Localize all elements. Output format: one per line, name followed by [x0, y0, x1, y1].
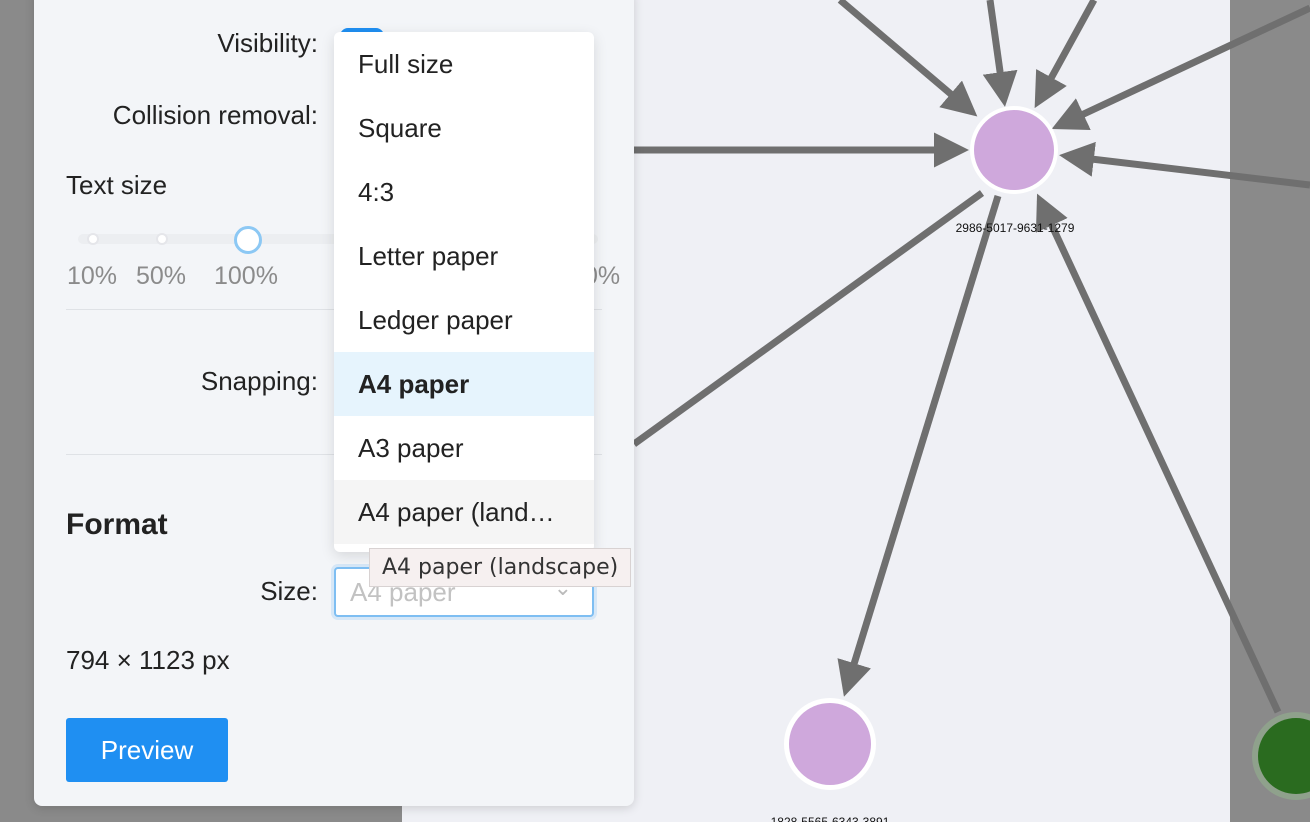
tick-label: 50%: [136, 262, 187, 290]
dropdown-option-letter-paper[interactable]: Letter paper: [334, 224, 594, 288]
edge[interactable]: [837, 0, 978, 117]
node-label: 2986-5017-9631-1279: [956, 221, 1075, 235]
edge[interactable]: [1034, 0, 1098, 109]
edge[interactable]: [837, 194, 1002, 697]
graph-node[interactable]: [1252, 712, 1310, 800]
slider-handle[interactable]: [234, 226, 262, 254]
collision-removal-label: Collision removal:: [112, 100, 318, 130]
edge[interactable]: [1059, 141, 1310, 189]
edge[interactable]: [1035, 193, 1282, 714]
dropdown-option-ledger-paper[interactable]: Ledger paper: [334, 288, 594, 352]
option-tooltip: A4 paper (landscape): [369, 548, 632, 587]
slider-dot[interactable]: [156, 233, 168, 245]
dropdown-option-full-size[interactable]: Full size: [334, 32, 594, 96]
preview-button[interactable]: Preview: [66, 718, 228, 782]
tick-label: 100%: [214, 262, 278, 290]
dropdown-option-square[interactable]: Square: [334, 96, 594, 160]
node-label: 1828-5565-6343-3891: [771, 815, 890, 822]
size-dropdown-menu: Full size Square 4:3 Letter paper Ledger…: [334, 32, 594, 552]
tick-label: 10%: [67, 262, 118, 290]
dropdown-option-a4-landscape[interactable]: A4 paper (landscape): [334, 480, 594, 544]
edge[interactable]: [1051, 4, 1310, 130]
text-size-label: Text size: [66, 170, 168, 200]
slider-dot[interactable]: [87, 233, 99, 245]
format-title: Format: [66, 508, 168, 541]
graph-node[interactable]: 1828-5565-6343-3891: [771, 698, 890, 822]
dropdown-option-a4-paper[interactable]: A4 paper: [334, 352, 594, 416]
size-label: Size:: [260, 576, 318, 606]
graph-node[interactable]: 2986-5017-9631-1279: [956, 106, 1075, 235]
dimensions-text: 794 × 1123 px: [66, 645, 230, 675]
edge[interactable]: [982, 0, 1018, 107]
snapping-label: Snapping:: [200, 366, 318, 396]
dropdown-option-4-3[interactable]: 4:3: [334, 160, 594, 224]
dropdown-option-a3-paper[interactable]: A3 paper: [334, 416, 594, 480]
visibility-label: Visibility:: [217, 28, 318, 58]
